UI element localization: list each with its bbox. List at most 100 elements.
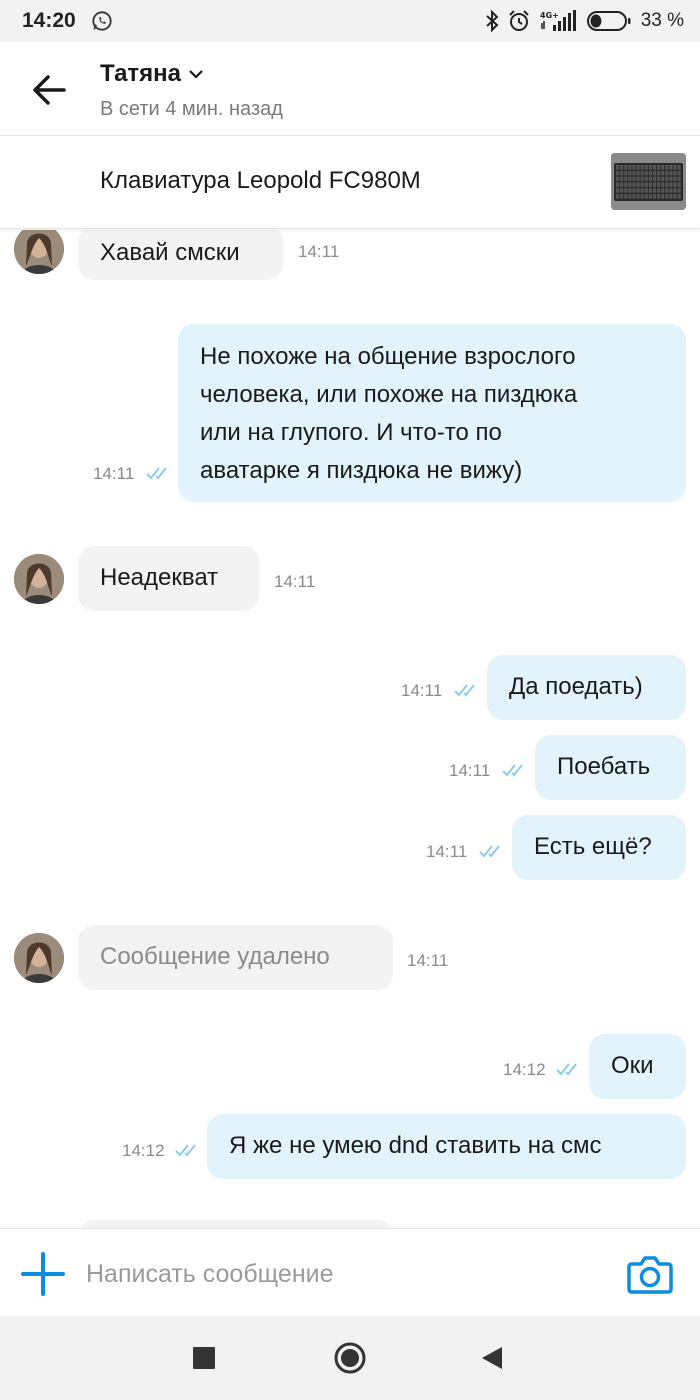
back-nav-button[interactable]	[472, 1338, 512, 1378]
avatar[interactable]	[14, 230, 64, 274]
keyboard-key	[640, 182, 644, 187]
avatar-photo	[14, 554, 64, 604]
keyboard-key	[640, 176, 644, 182]
message-list[interactable]: Хавай смски 14:11 Не похоже на общение в…	[0, 230, 700, 1228]
keyboard-key	[665, 176, 669, 182]
message-bubble-incoming[interactable]: Хавай смски	[78, 230, 283, 280]
keyboard-key	[648, 170, 652, 176]
keyboard-key	[665, 194, 669, 199]
read-ticks-icon	[454, 684, 475, 697]
message-bubble-outgoing[interactable]: Оки	[589, 1034, 686, 1099]
message-text: Оки	[611, 1052, 654, 1079]
message-bubble-outgoing[interactable]: Есть ещё?	[512, 815, 686, 880]
status-icons: 4G+ 33 %	[485, 8, 684, 34]
keyboard-key	[620, 176, 624, 182]
keyboard-key	[644, 170, 648, 176]
message-time: 14:11	[426, 842, 468, 861]
keyboard-key	[632, 170, 636, 176]
keyboard-key	[616, 170, 620, 176]
keyboard-key	[628, 188, 632, 193]
message-bubble-partial[interactable]	[78, 1220, 393, 1228]
keyboard-key	[661, 194, 665, 199]
keyboard-key	[644, 182, 648, 187]
message-text: Сообщение удалено	[100, 943, 330, 970]
keyboard-key	[632, 176, 636, 182]
avatar[interactable]	[14, 554, 64, 604]
keyboard-key	[624, 182, 628, 187]
message-bubble-outgoing[interactable]: Я же не умею dnd ставить на смс	[207, 1114, 686, 1179]
message-time: 14:11	[449, 761, 491, 780]
status-time: 14:20	[22, 9, 76, 32]
message-text-line: или на глупого. И что-то по	[200, 419, 502, 446]
keyboard-key	[620, 182, 624, 187]
keyboard-key	[673, 194, 677, 199]
keyboard-key	[620, 170, 624, 176]
keyboard-key	[661, 165, 665, 170]
keyboard-key	[661, 176, 665, 182]
keyboard-key	[648, 165, 652, 170]
keyboard-key	[636, 176, 640, 182]
read-ticks-icon	[146, 467, 167, 480]
keyboard-key	[620, 188, 624, 193]
keyboard-key	[636, 194, 640, 199]
keyboard-key	[648, 182, 652, 187]
message-input[interactable]	[86, 1251, 586, 1297]
avatar-photo	[14, 230, 64, 274]
message-bubble-outgoing[interactable]: Не похоже на общение взрослого человека,…	[178, 324, 686, 502]
keyboard-key	[644, 194, 648, 199]
message-bubble-deleted[interactable]: Сообщение удалено	[78, 925, 393, 990]
keyboard-key	[669, 194, 673, 199]
contact-name-button[interactable]: Татяна	[100, 60, 203, 88]
keyboard-key	[648, 194, 652, 199]
keyboard-key	[632, 188, 636, 193]
avatar[interactable]	[14, 933, 64, 983]
keyboard-key	[624, 170, 628, 176]
keyboard-photo	[611, 153, 686, 210]
read-ticks-icon	[502, 764, 523, 777]
message-bubble-outgoing[interactable]: Да поедать)	[487, 655, 686, 720]
listing-banner[interactable]: Клавиатура Leopold FC980M	[0, 137, 700, 229]
keyboard-key	[636, 188, 640, 193]
keyboard-key	[657, 165, 661, 170]
keyboard-key	[616, 182, 620, 187]
status-bar: 14:20 4G+ 33 %	[0, 0, 700, 42]
keyboard-key	[624, 194, 628, 199]
plus-icon[interactable]	[20, 1251, 66, 1297]
keyboard-key	[632, 182, 636, 187]
home-button[interactable]	[330, 1338, 370, 1378]
avatar-photo	[14, 933, 64, 983]
camera-icon[interactable]	[626, 1251, 674, 1297]
keyboard-key	[644, 165, 648, 170]
message-text: Есть ещё?	[534, 833, 652, 860]
keyboard-key	[616, 188, 620, 193]
arrow-left-icon[interactable]	[26, 72, 70, 108]
message-bubble-outgoing[interactable]: Поебать	[535, 735, 686, 800]
home-icon	[334, 1342, 366, 1374]
keyboard-key	[677, 176, 681, 182]
keyboard-key	[657, 194, 661, 199]
keyboard-key	[644, 188, 648, 193]
keyboard-key	[677, 182, 681, 187]
keyboard-key	[632, 194, 636, 199]
keyboard-key	[640, 194, 644, 199]
keyboard-key	[665, 170, 669, 176]
message-bubble-incoming[interactable]: Неадекват	[78, 546, 259, 611]
keyboard-key	[624, 188, 628, 193]
message-text-line: аватарке я пиздюка не вижу)	[200, 457, 523, 484]
keyboard-key	[665, 182, 669, 187]
keyboard-key	[640, 188, 644, 193]
keyboard-key	[636, 170, 640, 176]
message-time: 14:11	[274, 572, 316, 591]
listing-thumbnail[interactable]	[611, 153, 686, 210]
message-text-line: Не похоже на общение взрослого	[200, 343, 576, 370]
recent-apps-button[interactable]	[184, 1338, 224, 1378]
system-nav-bar	[0, 1316, 700, 1400]
contact-status: В сети 4 мин. назад	[100, 98, 283, 120]
message-time: 14:11	[401, 681, 443, 700]
recent-apps-icon	[193, 1347, 215, 1369]
keyboard-key	[648, 176, 652, 182]
whatsapp-icon	[92, 11, 112, 31]
keyboard-key	[652, 165, 657, 170]
keyboard-key	[616, 165, 620, 170]
keyboard-key	[628, 170, 632, 176]
